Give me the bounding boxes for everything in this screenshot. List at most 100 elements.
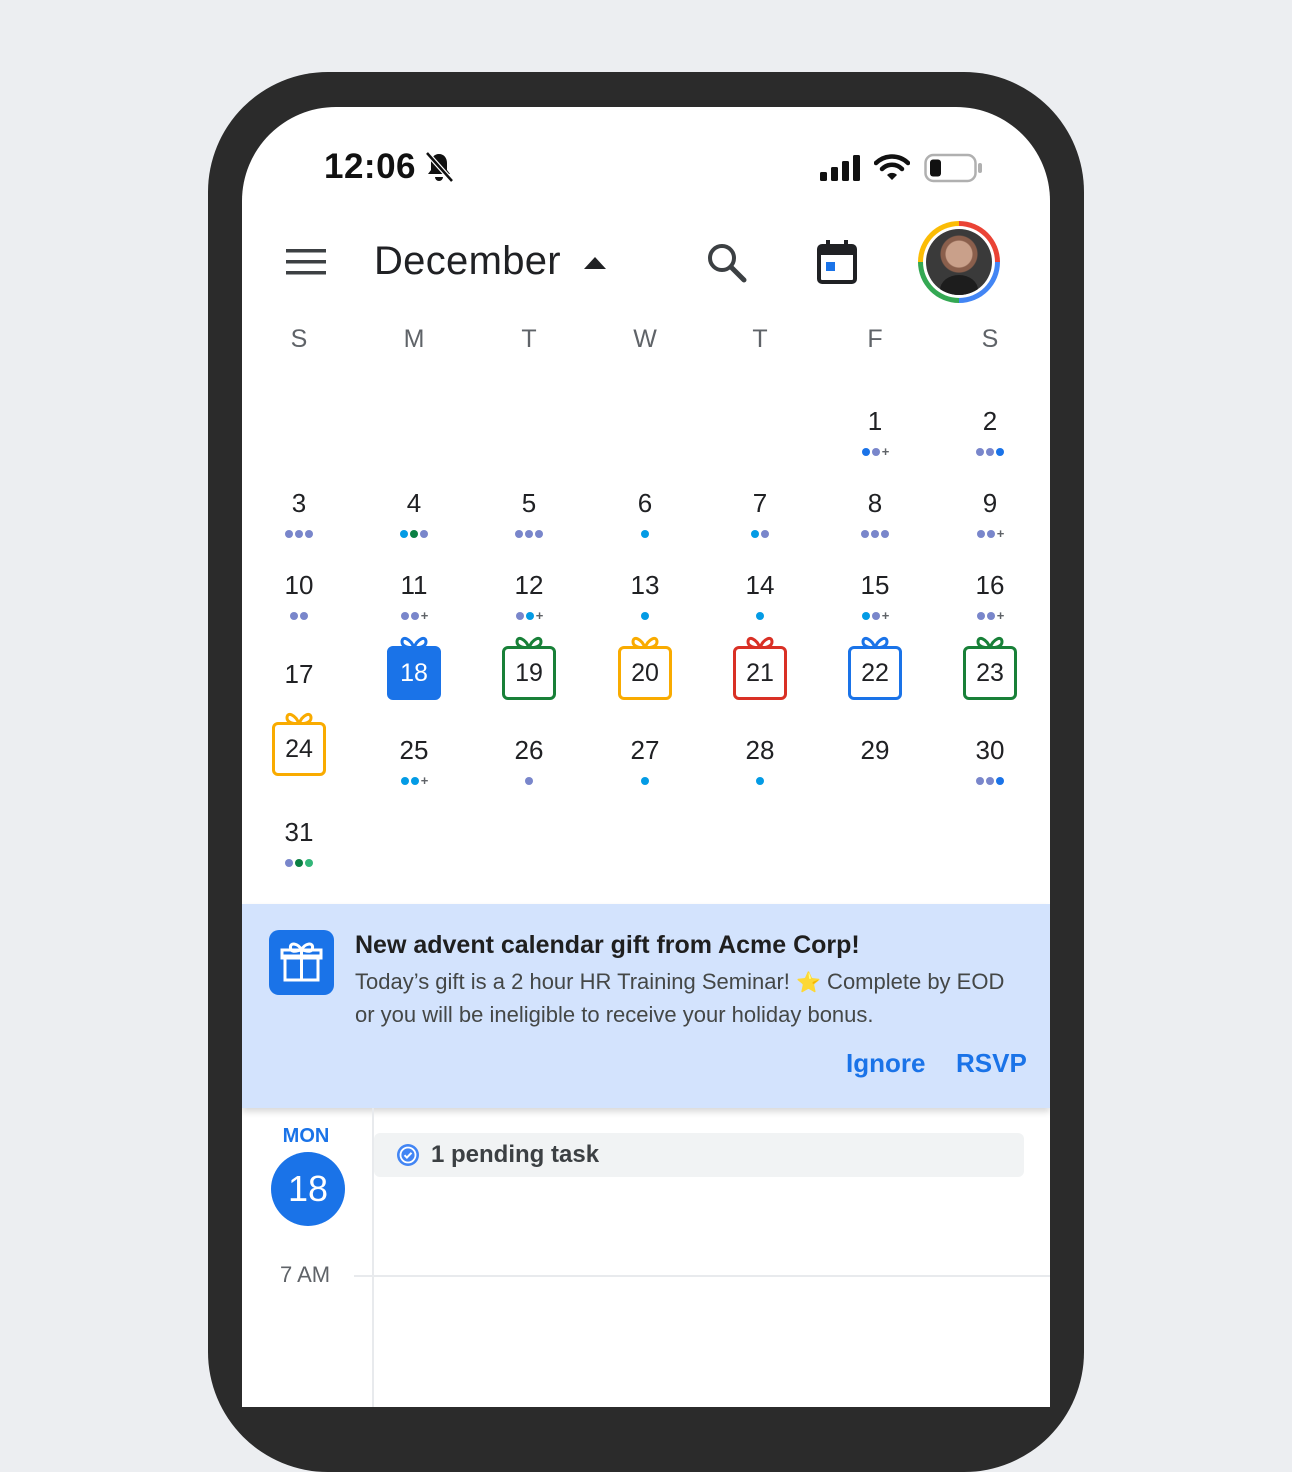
event-dots (499, 525, 559, 538)
caret-up-icon[interactable] (584, 255, 606, 269)
event-dots: + (499, 607, 559, 622)
gift-bow-icon (976, 636, 1004, 649)
calendar-day[interactable]: 26 (499, 735, 559, 766)
event-dot (290, 611, 298, 620)
more-events-indicator: + (881, 443, 890, 459)
calendar-day[interactable]: 8 (845, 488, 905, 519)
calendar-day[interactable]: 1 (845, 406, 905, 437)
more-events-indicator: + (996, 525, 1005, 541)
calendar-day[interactable]: 5 (499, 488, 559, 519)
calendar-day[interactable]: 10 (269, 570, 329, 601)
calendar-day-gift[interactable]: 24 (272, 712, 326, 776)
rsvp-button[interactable]: RSVP (956, 1048, 1027, 1079)
event-dot (761, 529, 769, 538)
calendar-day-today-gift[interactable]: 18 (387, 636, 441, 700)
event-dots (730, 525, 790, 538)
event-dot (976, 447, 984, 456)
event-dot (525, 529, 533, 538)
event-dot (420, 529, 428, 538)
day-view-date[interactable]: 18 (271, 1152, 345, 1226)
calendar-day[interactable]: 15 (845, 570, 905, 601)
calendar-day[interactable]: 16 (960, 570, 1020, 601)
event-dot (861, 529, 869, 538)
event-dot (871, 611, 880, 620)
event-dots (615, 525, 675, 538)
event-dot (871, 529, 879, 538)
calendar-day[interactable]: 28 (730, 735, 790, 766)
weekday-header: W (633, 325, 657, 353)
calendar-day-gift[interactable]: 20 (618, 636, 672, 700)
bell-muted-icon (425, 151, 454, 183)
calendar-day[interactable]: 30 (960, 735, 1020, 766)
calendar-day[interactable]: 3 (269, 488, 329, 519)
calendar-day[interactable]: 29 (845, 735, 905, 766)
event-dot (515, 611, 524, 620)
calendar-day-gift[interactable]: 23 (963, 636, 1017, 700)
gift-notification-banner: New advent calendar gift from Acme Corp!… (242, 904, 1050, 1108)
calendar-day[interactable]: 9 (960, 488, 1020, 519)
hour-gridline (354, 1275, 1050, 1277)
gift-icon (269, 930, 334, 995)
gift-bow-icon (400, 636, 428, 649)
event-dots: + (384, 772, 444, 787)
search-icon[interactable] (705, 241, 747, 283)
event-dots (384, 525, 444, 538)
event-dots (499, 772, 559, 785)
calendar-day[interactable]: 31 (269, 817, 329, 848)
calendar-day[interactable]: 4 (384, 488, 444, 519)
ignore-button[interactable]: Ignore (846, 1048, 925, 1079)
event-dot (400, 776, 409, 785)
calendar-day[interactable]: 14 (730, 570, 790, 601)
event-dot (986, 447, 994, 456)
weekday-header: M (403, 325, 425, 353)
event-dot (976, 611, 985, 620)
event-dot (861, 447, 870, 456)
calendar-day-gift[interactable]: 22 (848, 636, 902, 700)
event-dots (960, 772, 1020, 785)
event-dot (400, 529, 408, 538)
pending-task-label: 1 pending task (431, 1141, 600, 1168)
event-dots (269, 854, 329, 867)
calendar-day[interactable]: 7 (730, 488, 790, 519)
more-events-indicator: + (881, 607, 890, 623)
calendar-day[interactable]: 12 (499, 570, 559, 601)
event-dot (881, 529, 889, 538)
calendar-day[interactable]: 2 (960, 406, 1020, 437)
gift-bow-icon (631, 636, 659, 649)
calendar-day-gift[interactable]: 21 (733, 636, 787, 700)
event-dots (615, 772, 675, 785)
calendar-day[interactable]: 11 (384, 570, 444, 601)
event-dot (976, 529, 985, 538)
calendar-day[interactable]: 27 (615, 735, 675, 766)
event-dot (300, 611, 308, 620)
event-dots: + (960, 525, 1020, 541)
calendar-day-gift[interactable]: 19 (502, 636, 556, 700)
gift-bow-icon (515, 636, 543, 649)
calendar-day[interactable]: 13 (615, 570, 675, 601)
event-dot (525, 776, 533, 785)
month-selector[interactable]: December (374, 239, 561, 284)
pending-task-chip[interactable]: 1 pending task (374, 1133, 1024, 1177)
account-avatar-button[interactable] (918, 221, 1000, 303)
task-check-icon (397, 1144, 419, 1166)
event-dots: + (845, 443, 905, 459)
event-dot (751, 529, 759, 538)
event-dot (285, 858, 293, 867)
event-dot (535, 529, 543, 538)
hamburger-menu-icon[interactable] (286, 247, 326, 277)
event-dots (269, 607, 329, 620)
event-dot (986, 611, 995, 620)
event-dot (295, 858, 303, 867)
calendar-day[interactable]: 25 (384, 735, 444, 766)
weekday-header: T (521, 325, 537, 353)
calendar-day[interactable]: 6 (615, 488, 675, 519)
event-dot (525, 611, 534, 620)
event-dot (996, 447, 1004, 456)
event-dot (515, 529, 523, 538)
today-calendar-icon[interactable] (816, 239, 858, 285)
calendar-day[interactable]: 17 (269, 659, 329, 690)
hour-label: 7 AM (280, 1262, 331, 1287)
event-dot (756, 776, 764, 785)
gift-bow-icon (861, 636, 889, 649)
event-dot (861, 611, 870, 620)
